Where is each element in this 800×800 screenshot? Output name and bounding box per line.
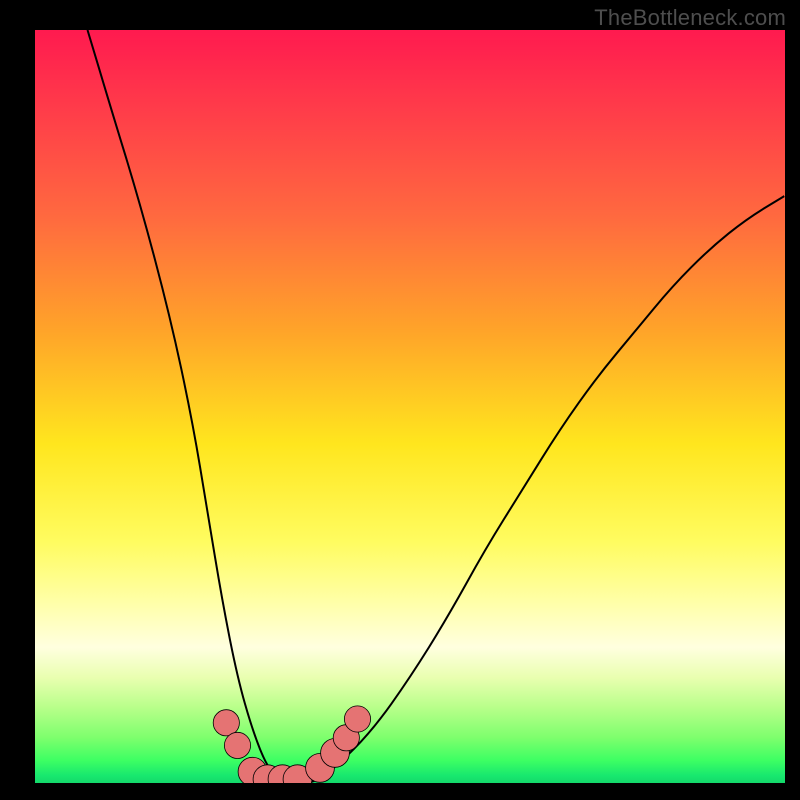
bottleneck-curve	[88, 30, 786, 783]
watermark-text: TheBottleneck.com	[594, 5, 786, 31]
bottleneck-curve-svg	[35, 30, 785, 783]
curve-marker	[224, 732, 250, 758]
curve-marker	[344, 706, 370, 732]
plot-area	[35, 30, 785, 783]
curve-markers	[213, 706, 370, 783]
chart-frame: TheBottleneck.com	[0, 0, 800, 800]
curve-marker	[213, 710, 239, 736]
